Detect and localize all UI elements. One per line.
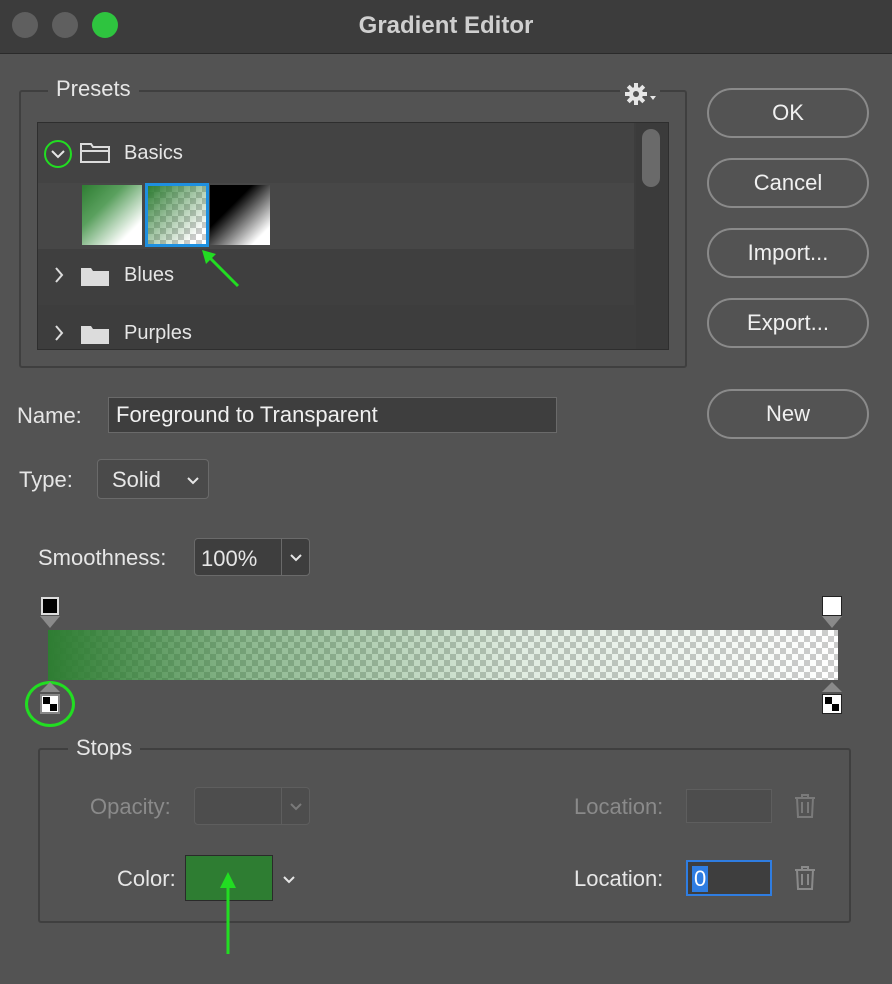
folder-label-blues: Blues — [124, 264, 175, 286]
swatch-black-white[interactable] — [210, 185, 270, 245]
folder-label-basics: Basics — [124, 142, 183, 164]
type-select[interactable]: Solid — [97, 459, 209, 499]
presets-list[interactable]: Basics Blues Purples — [37, 122, 669, 350]
delete-color-stop-trash-icon[interactable] — [794, 866, 816, 890]
name-label: Name: — [17, 403, 82, 428]
presets-legend: Presets — [48, 76, 139, 102]
opacity-stop-pointer-icon — [40, 616, 60, 628]
opacity-stop-left[interactable] — [41, 597, 59, 615]
title-bar: Gradient Editor — [0, 0, 892, 54]
chevron-down-icon[interactable] — [289, 802, 303, 812]
smoothness-control[interactable]: 100% — [194, 538, 310, 576]
smoothness-value[interactable]: 100% — [201, 546, 257, 572]
folder-row-purples[interactable]: Purples — [38, 305, 634, 349]
folder-label-purples: Purples — [124, 322, 192, 344]
color-stop-right[interactable] — [822, 694, 842, 714]
color-label: Color: — [117, 866, 176, 891]
color-location-value[interactable]: 0 — [692, 866, 709, 892]
chevron-right-icon[interactable] — [54, 325, 64, 341]
chevron-down-icon — [187, 477, 199, 485]
scrollbar-thumb[interactable] — [642, 129, 660, 187]
folder-row-basics[interactable]: Basics — [38, 123, 634, 183]
window-title: Gradient Editor — [358, 12, 534, 39]
gradient-fill — [48, 630, 838, 680]
export-button[interactable]: Export... — [707, 298, 869, 348]
swatch-foreground-to-background[interactable] — [82, 185, 142, 245]
presets-scrollbar[interactable] — [636, 123, 668, 349]
annotation-arrow-icon — [220, 872, 236, 954]
folder-icon — [81, 268, 109, 286]
opacity-location-field[interactable] — [686, 789, 772, 823]
gear-icon — [625, 83, 656, 105]
swatch-row — [38, 183, 634, 249]
chevron-down-icon[interactable] — [289, 553, 303, 563]
import-button[interactable]: Import... — [707, 228, 869, 278]
color-stop-pointer-icon — [822, 682, 842, 692]
chevron-right-icon[interactable] — [54, 267, 64, 283]
chevron-down-icon[interactable] — [282, 875, 296, 885]
color-location-label: Location: — [574, 866, 664, 891]
opacity-stop-right[interactable] — [822, 596, 842, 616]
folder-open-icon — [80, 143, 110, 163]
color-stop-pointer-icon — [40, 682, 60, 692]
folder-row-blues[interactable]: Blues — [38, 249, 634, 305]
cancel-button[interactable]: Cancel — [707, 158, 869, 208]
opacity-location-label: Location: — [574, 794, 664, 819]
stops-legend: Stops — [68, 735, 141, 761]
opacity-stop-pointer-icon — [822, 616, 842, 628]
new-button[interactable]: New — [707, 389, 869, 439]
gradient-bar[interactable] — [48, 630, 838, 680]
opacity-field[interactable] — [194, 787, 310, 825]
color-stop-left[interactable] — [40, 694, 60, 714]
ok-button[interactable]: OK — [707, 88, 869, 138]
name-field[interactable] — [108, 397, 557, 433]
opacity-label: Opacity: — [90, 794, 171, 819]
smoothness-label: Smoothness: — [38, 545, 167, 570]
delete-opacity-stop-trash-icon[interactable] — [794, 794, 816, 818]
type-value: Solid — [112, 467, 161, 492]
chevron-down-icon[interactable] — [44, 140, 72, 168]
presets-settings-button[interactable] — [620, 80, 660, 108]
swatch-foreground-to-transparent[interactable] — [145, 183, 209, 247]
folder-icon — [81, 326, 109, 344]
color-location-field[interactable]: 0 — [686, 860, 772, 896]
type-label: Type: — [19, 467, 73, 492]
stops-group — [38, 748, 851, 923]
annotation-arrow-icon — [202, 250, 240, 288]
